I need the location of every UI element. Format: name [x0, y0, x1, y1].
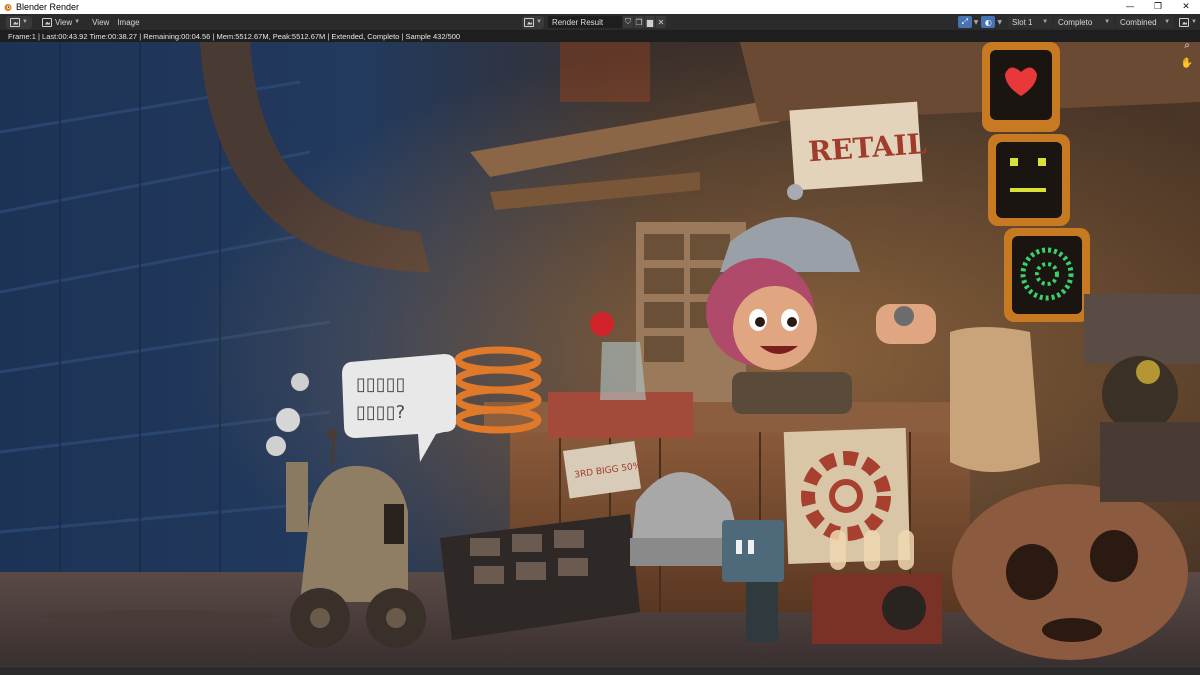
- header-right-group: ⤢ ▼ ◐ ▼ Slot 1 ▼ Completo ▼ Combined ▼ ▼: [957, 15, 1200, 29]
- menu-image[interactable]: Image: [113, 16, 143, 29]
- image-browse-button[interactable]: ▼: [522, 15, 544, 29]
- chevron-down-icon: ▼: [1042, 19, 1049, 25]
- bubble-line-1: ▯▯▯▯▯: [356, 374, 406, 395]
- chevron-down-icon: ▼: [1104, 19, 1111, 25]
- bubble-line-2: ▯▯▯▯?: [356, 402, 405, 423]
- close-button[interactable]: ✕: [1172, 0, 1200, 14]
- slot-selector[interactable]: Slot 1 ▼: [1008, 16, 1053, 28]
- display-channels-icon: [1179, 17, 1190, 27]
- window-titlebar: Blender Render — ❐ ✕: [0, 0, 1200, 14]
- minimize-button[interactable]: —: [1116, 0, 1144, 14]
- render-status-line: Frame:1 | Last:00:43.92 Time:00:38.27 | …: [0, 30, 1200, 42]
- chevron-down-icon: ▼: [74, 19, 81, 25]
- bottom-status-bar: [0, 666, 1200, 675]
- menu-image-label: Image: [117, 17, 140, 27]
- chevron-down-icon: ▼: [1164, 19, 1171, 25]
- image-browse-icon: [524, 17, 534, 27]
- view-mode-icon: [41, 17, 52, 27]
- view-layer-selector[interactable]: Completo ▼: [1054, 16, 1115, 28]
- view-layer-label: Completo: [1058, 17, 1093, 27]
- image-name-field[interactable]: Render Result: [547, 16, 622, 28]
- view-mode-label: View: [54, 17, 73, 27]
- blender-logo-icon: [4, 4, 12, 11]
- slot-label: Slot 1: [1012, 17, 1033, 27]
- editor-type-selector[interactable]: ▼: [6, 15, 32, 29]
- menu-view-label: View: [92, 17, 110, 27]
- render-pass-label: Combined: [1120, 17, 1157, 27]
- render-pass-selector[interactable]: Combined ▼: [1116, 16, 1175, 28]
- menu-view[interactable]: View: [88, 16, 113, 29]
- render-image-viewport[interactable]: RETAIL ▯▯▯▯▯ ▯▯▯▯? 3RD BIGG 50% ⌕ ✋: [0, 42, 1200, 666]
- window-title: Blender Render: [16, 2, 80, 12]
- display-channels-selector[interactable]: ▼: [1176, 16, 1200, 29]
- zoom-magnifier-icon[interactable]: ⌕: [1180, 42, 1194, 52]
- sample-tool-icon[interactable]: ⤢: [957, 16, 972, 28]
- maximize-button[interactable]: ❐: [1144, 0, 1172, 14]
- fake-user-shield-icon[interactable]: ⛉: [621, 16, 633, 28]
- gizmo-toggle-icon[interactable]: ◐: [981, 16, 996, 28]
- chevron-down-icon: ▼: [22, 19, 28, 25]
- image-editor-icon: [10, 17, 20, 27]
- view-mode-selector[interactable]: View ▼: [38, 16, 84, 29]
- open-folder-icon[interactable]: ▆: [643, 16, 655, 28]
- duplicate-image-icon[interactable]: ❐: [632, 16, 644, 28]
- chevron-down-icon: ▼: [973, 18, 979, 26]
- unlink-x-icon[interactable]: ✕: [654, 16, 666, 28]
- render-status-text: Frame:1 | Last:00:43.92 Time:00:38.27 | …: [8, 31, 461, 41]
- pan-hand-icon[interactable]: ✋: [1180, 56, 1194, 70]
- render-result-image: RETAIL ▯▯▯▯▯ ▯▯▯▯? 3RD BIGG 50%: [0, 42, 1200, 666]
- chevron-down-icon: ▼: [536, 19, 542, 25]
- window-controls: — ❐ ✕: [1116, 0, 1200, 14]
- chevron-down-icon: ▼: [1191, 19, 1197, 25]
- image-editor-header: ▼ View ▼ View Image ▼ Render Result ⛉ ❐ …: [0, 14, 1200, 30]
- image-datablock-group: ▼ Render Result ⛉ ❐ ▆ ✕: [522, 15, 666, 29]
- chevron-down-icon: ▼: [997, 18, 1003, 26]
